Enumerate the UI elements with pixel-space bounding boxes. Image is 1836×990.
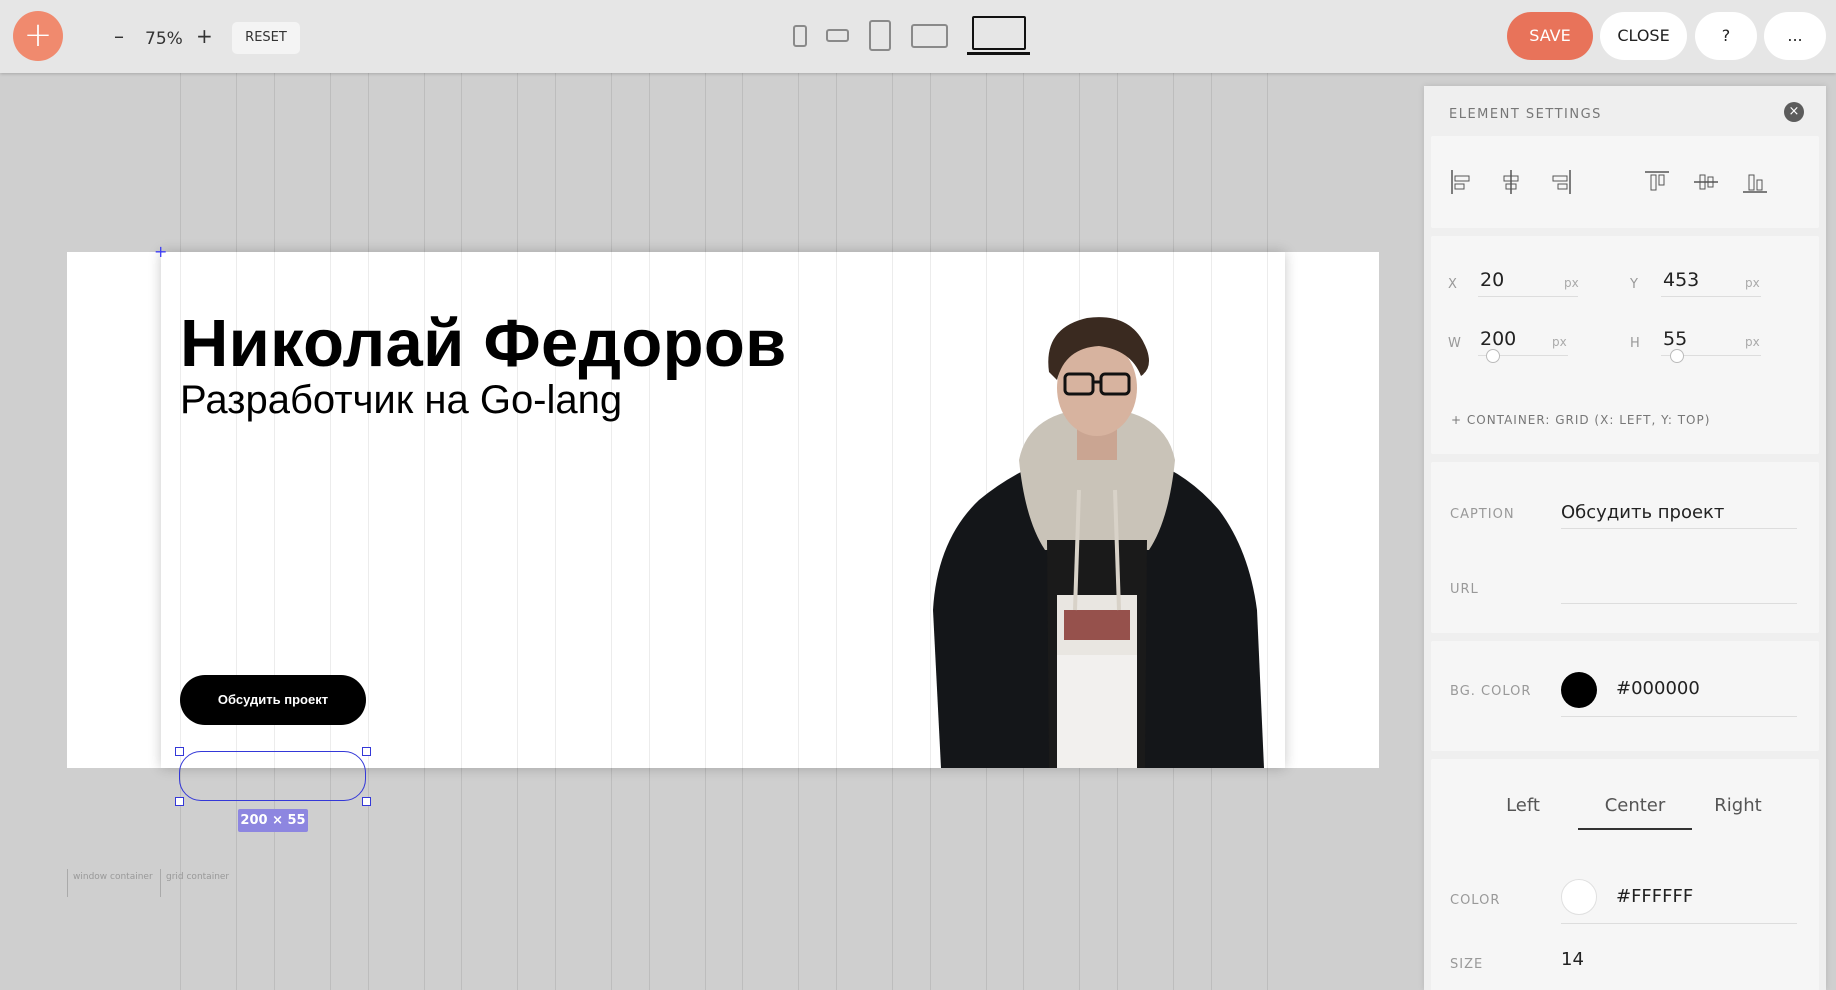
align-center-icon[interactable] xyxy=(1497,168,1525,196)
align-middle-icon[interactable] xyxy=(1692,168,1720,196)
h-input[interactable]: 55 xyxy=(1663,328,1687,350)
resize-handle-top-left[interactable] xyxy=(175,747,184,756)
bg-color-swatch[interactable] xyxy=(1561,672,1597,708)
resize-handle-top-right[interactable] xyxy=(362,747,371,756)
h-label: H xyxy=(1630,336,1641,351)
laptop-active-indicator xyxy=(967,52,1030,55)
x-underline xyxy=(1478,296,1578,297)
font-size-input[interactable]: 14 xyxy=(1561,949,1584,970)
active-tab-indicator xyxy=(1578,828,1692,830)
url-underline xyxy=(1561,603,1797,604)
save-button[interactable]: SAVE xyxy=(1507,12,1593,60)
grid-guide-line xyxy=(798,252,799,768)
resize-handle-bottom-left[interactable] xyxy=(175,797,184,806)
zoom-level: 75% xyxy=(145,29,183,49)
tab-center[interactable]: Center xyxy=(1578,795,1692,816)
add-element-button[interactable]: + xyxy=(13,11,63,61)
url-label: URL xyxy=(1450,582,1479,597)
close-button[interactable]: CLOSE xyxy=(1600,12,1687,60)
w-label: W xyxy=(1448,336,1462,351)
x-label: X xyxy=(1448,277,1458,292)
grid-container-label: grid container xyxy=(160,869,229,897)
tab-right[interactable]: Right xyxy=(1703,795,1773,816)
size-badge: 200 × 55 xyxy=(238,809,308,832)
align-right-icon[interactable] xyxy=(1546,168,1574,196)
typography-card: Left Center Right COLOR #FFFFFF SIZE 14 xyxy=(1431,759,1819,990)
caption-underline xyxy=(1561,528,1797,529)
x-input[interactable]: 20 xyxy=(1480,269,1504,291)
alignment-card xyxy=(1431,136,1819,228)
tablet-icon[interactable] xyxy=(869,20,891,51)
text-color-swatch[interactable] xyxy=(1561,879,1597,915)
container-info-link[interactable]: + CONTAINER: GRID (X: LEFT, Y: TOP) xyxy=(1451,413,1710,427)
phone-icon[interactable] xyxy=(793,25,807,47)
grid-guide-line xyxy=(892,252,893,768)
bg-color-label: BG. COLOR xyxy=(1450,684,1532,699)
h-slider-knob[interactable] xyxy=(1670,349,1684,363)
bg-color-card: BG. COLOR #000000 xyxy=(1431,641,1819,751)
origin-crosshair-icon: + xyxy=(154,242,168,261)
w-input[interactable]: 200 xyxy=(1480,328,1516,350)
help-button[interactable]: ? xyxy=(1695,12,1757,60)
discuss-project-button[interactable]: Обсудить проект xyxy=(180,675,366,725)
size-label: SIZE xyxy=(1450,957,1484,972)
bg-color-underline xyxy=(1561,716,1797,717)
phone-landscape-icon[interactable] xyxy=(826,29,849,42)
align-bottom-icon[interactable] xyxy=(1741,168,1769,196)
w-slider-knob[interactable] xyxy=(1486,349,1500,363)
x-unit: px xyxy=(1564,276,1579,290)
color-label: COLOR xyxy=(1450,893,1501,908)
close-icon[interactable]: × xyxy=(1784,102,1804,122)
position-card: X 20 px Y 453 px W 200 px H 55 px + CONT… xyxy=(1431,236,1819,454)
align-top-icon[interactable] xyxy=(1643,168,1671,196)
grid-guide-line xyxy=(836,252,837,768)
bg-color-input[interactable]: #000000 xyxy=(1616,678,1700,699)
reset-zoom-button[interactable]: RESET xyxy=(232,22,300,54)
caption-label: CAPTION xyxy=(1450,507,1515,522)
zoom-out-button[interactable]: – xyxy=(114,24,124,48)
y-underline xyxy=(1661,296,1761,297)
laptop-icon[interactable] xyxy=(972,16,1026,50)
y-unit: px xyxy=(1745,276,1760,290)
caption-input[interactable]: Обсудить проект xyxy=(1561,502,1724,523)
tab-left[interactable]: Left xyxy=(1493,795,1553,816)
more-button[interactable]: ... xyxy=(1764,12,1826,60)
window-container-label: window container xyxy=(67,869,153,897)
resize-handle-bottom-right[interactable] xyxy=(362,797,371,806)
y-label: Y xyxy=(1630,277,1639,292)
tablet-landscape-icon[interactable] xyxy=(911,24,948,48)
top-toolbar: + – 75% + RESET SAVE CLOSE ? ... xyxy=(0,0,1836,73)
h-unit: px xyxy=(1745,335,1760,349)
portrait-image[interactable] xyxy=(919,310,1274,768)
panel-title: ELEMENT SETTINGS xyxy=(1449,107,1602,122)
hero-subtitle[interactable]: Разработчик на Go-lang xyxy=(180,378,622,423)
w-unit: px xyxy=(1552,335,1567,349)
zoom-in-button[interactable]: + xyxy=(196,24,213,48)
element-settings-panel: ELEMENT SETTINGS × X 20 px Y 453 px W 20… xyxy=(1424,86,1826,990)
caption-card: CAPTION Обсудить проект URL xyxy=(1431,462,1819,633)
y-input[interactable]: 453 xyxy=(1663,269,1699,291)
text-color-underline xyxy=(1561,923,1797,924)
hero-title[interactable]: Николай Федоров xyxy=(180,305,787,382)
grid-container[interactable]: Николай Федоров Разработчик на Go-lang О… xyxy=(161,252,1285,768)
text-color-input[interactable]: #FFFFFF xyxy=(1616,886,1693,907)
align-left-icon[interactable] xyxy=(1448,168,1476,196)
